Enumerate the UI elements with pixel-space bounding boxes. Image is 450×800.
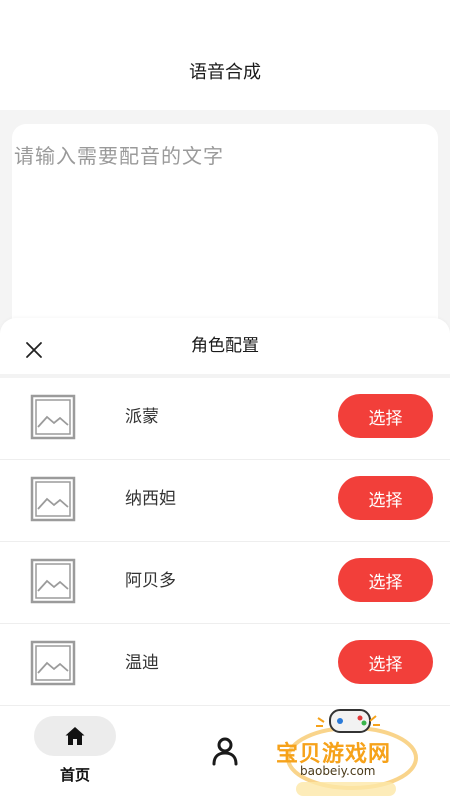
role-list: 派蒙 选择 纳西妲 选择 阿贝多 选择 温迪 选择 — [0, 378, 450, 706]
nav-home-label: 首页 — [59, 766, 90, 784]
text-input-placeholder: 请输入需要配音的文字 — [14, 144, 224, 168]
user-icon[interactable] — [208, 734, 242, 768]
sheet-header: 角色配置 — [0, 318, 450, 372]
image-placeholder-icon — [30, 558, 76, 604]
role-name: 温迪 — [125, 653, 159, 673]
role-name: 阿贝多 — [125, 571, 176, 591]
list-item: 派蒙 选择 — [0, 378, 450, 460]
sheet-title: 角色配置 — [191, 336, 259, 356]
watermark-logo: 宝贝游戏网 baobeiy.com — [272, 706, 422, 796]
list-item: 纳西妲 选择 — [0, 460, 450, 542]
list-item: 阿贝多 选择 — [0, 542, 450, 624]
image-placeholder-icon — [30, 476, 76, 522]
home-icon — [65, 727, 85, 745]
list-item: 温迪 选择 — [0, 624, 450, 706]
app-header: 语音合成 — [0, 0, 450, 110]
image-placeholder-icon — [30, 640, 76, 686]
role-name: 派蒙 — [125, 407, 159, 427]
watermark-url: baobeiy.com — [300, 764, 376, 778]
select-button[interactable]: 选择 — [338, 394, 433, 438]
page-title: 语音合成 — [189, 62, 261, 83]
role-config-sheet: 角色配置 派蒙 选择 纳西妲 选择 阿贝多 选择 温迪 选择 — [0, 318, 450, 708]
image-placeholder-icon — [30, 394, 76, 440]
select-button[interactable]: 选择 — [338, 640, 433, 684]
role-name: 纳西妲 — [125, 489, 176, 509]
select-button[interactable]: 选择 — [338, 558, 433, 602]
select-button[interactable]: 选择 — [338, 476, 433, 520]
nav-home-button[interactable] — [34, 716, 116, 756]
